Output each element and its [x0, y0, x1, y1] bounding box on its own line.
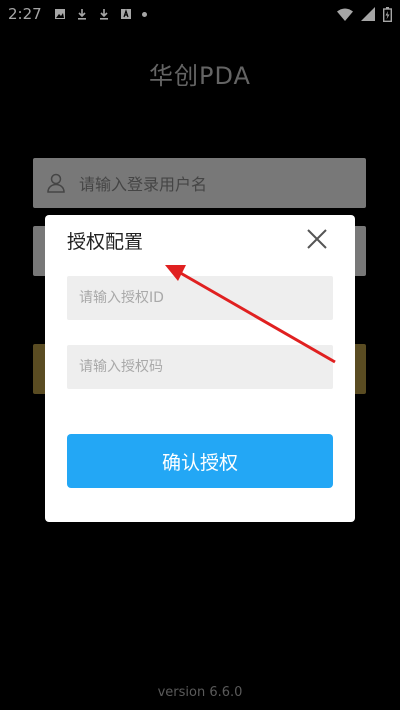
auth-code-input[interactable]: [67, 345, 333, 389]
close-icon[interactable]: [305, 227, 329, 251]
auth-id-input[interactable]: [67, 276, 333, 320]
confirm-auth-button[interactable]: 确认授权: [67, 434, 333, 488]
dialog-title: 授权配置: [67, 231, 144, 253]
auth-config-dialog: 授权配置 确认授权: [45, 215, 355, 522]
